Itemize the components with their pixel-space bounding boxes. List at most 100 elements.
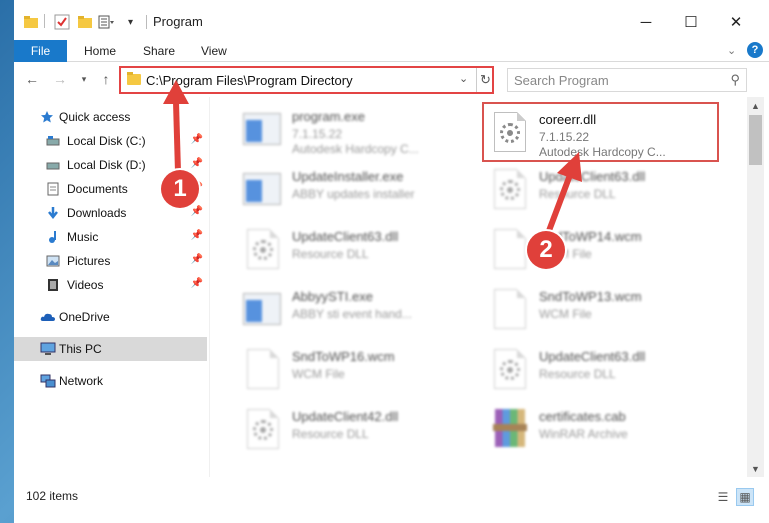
up-button[interactable]: ↑ [96,69,116,89]
dll-file-icon [490,112,530,152]
file-version: 7.1.15.22 [292,127,343,141]
help-icon[interactable]: ? [747,42,763,58]
search-input[interactable] [514,70,724,90]
tab-view[interactable]: View [201,44,227,58]
recent-locations-icon[interactable]: ▾ [74,69,94,89]
close-button[interactable]: ✕ [714,10,758,34]
pin-icon[interactable]: 📌 [191,158,203,169]
file-item[interactable]: UpdateClient63.dll Resource DLL [237,221,467,277]
file-description: Autodesk Hardcopy C... [292,142,419,156]
drive-icon [46,158,60,172]
minimize-button[interactable]: ─ [624,10,668,34]
file-item[interactable]: UpdateClient63.dll Resource DLL [484,161,714,217]
details-view-icon[interactable]: ☰ [714,488,732,506]
tab-home[interactable]: Home [84,44,116,58]
file-item[interactable]: AbbyySTI.exe ABBY sti event hand... [237,281,467,337]
file-name: SndToWP13.wcm [539,289,642,304]
file-item-coreerr[interactable]: coreerr.dll 7.1.15.22 Autodesk Hardcopy … [482,102,719,162]
pin-icon[interactable]: 📌 [191,254,203,265]
file-item[interactable]: SndToWP13.wcm WCM File [484,281,714,337]
vertical-scrollbar[interactable]: ▲ ▼ [747,97,764,477]
forward-button[interactable]: → [50,69,70,89]
search-box[interactable]: ⚲ [507,68,747,92]
refresh-button[interactable]: ↻ [476,68,494,92]
folder-icon [24,14,38,30]
folder-icon [127,72,141,85]
tab-share[interactable]: Share [143,44,175,58]
pin-icon[interactable]: 📌 [191,278,203,289]
dll-file-icon [490,169,530,209]
sidebar-item-music[interactable]: Music 📌 [14,225,207,249]
search-icon[interactable]: ⚲ [730,72,740,88]
file-name: coreerr.dll [539,112,597,127]
sidebar-item-this-pc[interactable]: This PC [14,337,207,361]
file-name: UpdateClient63.dll [292,229,399,244]
tab-file[interactable]: File [14,40,67,62]
sidebar-item-quick-access[interactable]: Quick access [14,105,207,129]
sidebar-item-label: Quick access [59,110,131,124]
file-item[interactable]: certificates.cab WinRAR Archive [484,401,714,457]
sidebar-item-label: Videos [67,278,104,292]
tiles-view-icon[interactable]: ▦ [736,488,754,506]
view-options-icon[interactable] [98,14,114,30]
file-item[interactable]: UpdateClient63.dll Resource DLL [484,341,714,397]
file-item[interactable]: UpdateClient42.dll Resource DLL [237,401,467,457]
expand-ribbon-icon[interactable]: ⌄ [727,44,743,60]
file-item[interactable]: program.exe 7.1.15.22 Autodesk Hardcopy … [237,101,467,157]
address-path[interactable]: C:\Program Files\Program Directory [146,73,353,88]
sidebar-item-network[interactable]: Network [14,369,207,393]
drive-icon [46,134,60,148]
executable-icon [243,109,283,149]
divider [44,14,45,28]
dll-file-icon [243,409,283,449]
status-bar: 102 items ☰ ▦ [14,486,769,508]
new-folder-icon[interactable] [78,14,92,30]
callout-badge-2: 2 [527,231,565,269]
scroll-thumb[interactable] [749,115,762,165]
customize-toolbar-icon[interactable]: ▾ [128,14,133,30]
file-name: certificates.cab [539,409,626,424]
explorer-window: ▾ Program ─ ☐ ✕ File Home Share View ⌄ ?… [14,0,769,523]
sidebar-item-local-disk-c[interactable]: Local Disk (C:) 📌 [14,129,207,153]
file-description: WCM File [292,367,345,381]
sidebar-item-label: OneDrive [59,310,110,324]
document-icon [243,349,283,389]
music-icon [46,230,60,244]
window-title: Program [153,14,203,29]
address-bar[interactable]: C:\Program Files\Program Directory ⌄ ↻ [119,66,494,94]
pin-icon[interactable]: 📌 [191,230,203,241]
properties-icon[interactable] [54,14,70,30]
title-divider [146,15,147,29]
file-description: Autodesk Hardcopy C... [539,145,666,159]
document-icon [490,289,530,329]
downloads-icon [46,206,60,220]
file-list: program.exe 7.1.15.22 Autodesk Hardcopy … [211,97,747,477]
cloud-icon [40,310,55,324]
file-description: Resource DLL [539,187,616,201]
sidebar-item-label: Downloads [67,206,127,220]
item-count: 102 items [26,489,79,503]
file-description: Resource DLL [292,247,369,261]
file-name: UpdateClient42.dll [292,409,399,424]
file-name: SndToWP16.wcm [292,349,395,364]
maximize-button[interactable]: ☐ [669,10,713,34]
file-item[interactable]: SndToWP14.wcm WCM File [484,221,714,277]
title-bar: ▾ Program ─ ☐ ✕ [14,0,769,40]
videos-icon [46,278,60,292]
back-button[interactable]: ← [22,69,42,89]
sidebar-item-label: Local Disk (C:) [67,134,146,148]
scroll-down-icon[interactable]: ▼ [747,460,764,477]
file-item[interactable]: UpdateInstaller.exe ABBY updates install… [237,161,467,217]
sidebar-item-onedrive[interactable]: OneDrive [14,305,207,329]
chevron-down-icon[interactable]: ⌄ [459,72,473,85]
pin-icon[interactable]: 📌 [191,206,203,217]
documents-icon [46,182,60,196]
pin-icon[interactable]: 📌 [191,134,203,145]
file-version: 7.1.15.22 [539,130,590,144]
scroll-up-icon[interactable]: ▲ [747,97,764,114]
sidebar-item-videos[interactable]: Videos 📌 [14,273,207,297]
file-description: Resource DLL [539,367,616,381]
file-item[interactable]: SndToWP16.wcm WCM File [237,341,467,397]
sidebar-item-pictures[interactable]: Pictures 📌 [14,249,207,273]
sidebar-item-label: This PC [59,342,102,356]
